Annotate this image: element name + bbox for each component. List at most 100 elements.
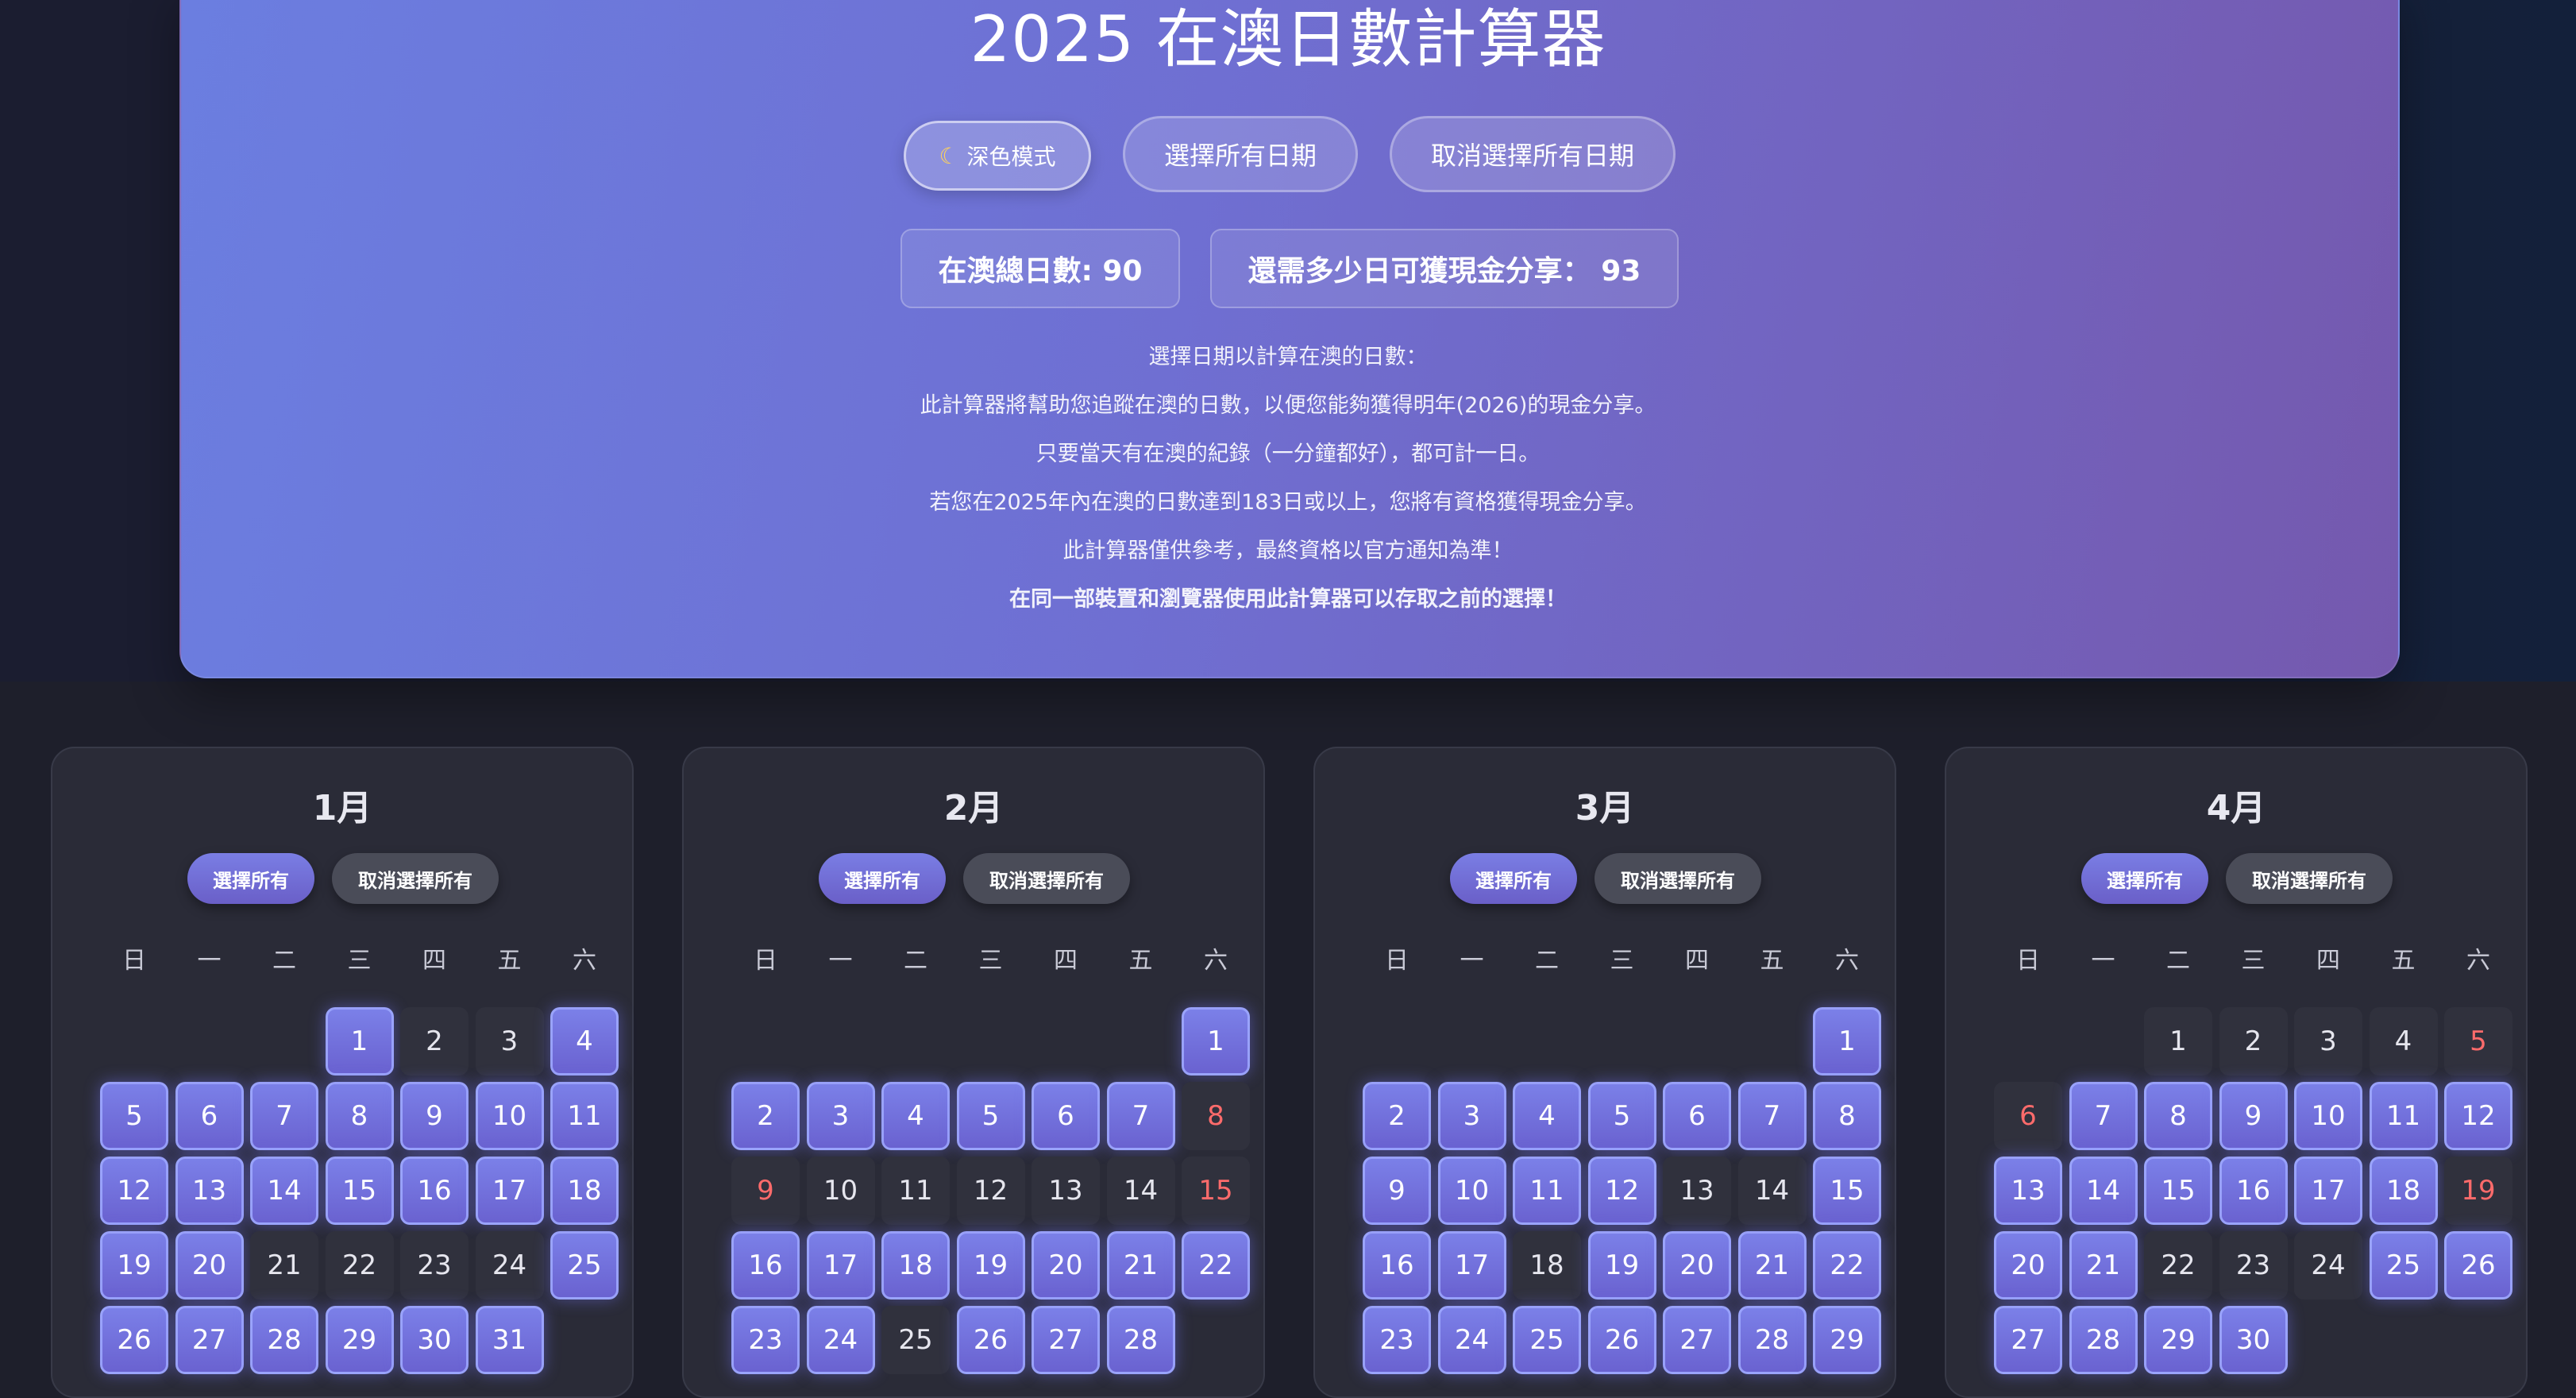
- month-deselect-all-button[interactable]: 取消選擇所有: [1595, 853, 1761, 904]
- day-cell[interactable]: 18: [881, 1231, 950, 1300]
- day-cell[interactable]: 9: [2219, 1082, 2288, 1150]
- day-cell[interactable]: 29: [2144, 1306, 2212, 1374]
- day-cell[interactable]: 23: [731, 1306, 800, 1374]
- day-cell[interactable]: 13: [175, 1157, 244, 1225]
- day-cell[interactable]: 27: [175, 1306, 244, 1374]
- day-cell[interactable]: 23: [400, 1231, 469, 1300]
- day-cell[interactable]: 25: [1513, 1306, 1581, 1374]
- day-cell[interactable]: 4: [550, 1007, 619, 1076]
- day-cell[interactable]: 8: [1813, 1082, 1881, 1150]
- day-cell[interactable]: 16: [1363, 1231, 1431, 1300]
- day-cell[interactable]: 11: [1513, 1157, 1581, 1225]
- day-cell[interactable]: 21: [1106, 1231, 1175, 1300]
- day-cell[interactable]: 26: [956, 1306, 1025, 1374]
- day-cell[interactable]: 16: [2219, 1157, 2288, 1225]
- day-cell[interactable]: 15: [325, 1157, 394, 1225]
- day-cell[interactable]: 19: [956, 1231, 1025, 1300]
- day-cell[interactable]: 14: [2069, 1157, 2138, 1225]
- day-cell[interactable]: 12: [1587, 1157, 1656, 1225]
- day-cell[interactable]: 1: [325, 1007, 394, 1076]
- day-cell[interactable]: 2: [2219, 1007, 2288, 1076]
- day-cell[interactable]: 13: [1663, 1157, 1731, 1225]
- day-cell[interactable]: 26: [1587, 1306, 1656, 1374]
- day-cell[interactable]: 22: [2144, 1231, 2212, 1300]
- day-cell[interactable]: 22: [1182, 1231, 1250, 1300]
- day-cell[interactable]: 30: [400, 1306, 469, 1374]
- day-cell[interactable]: 23: [2219, 1231, 2288, 1300]
- day-cell[interactable]: 7: [250, 1082, 318, 1150]
- day-cell[interactable]: 3: [2294, 1007, 2362, 1076]
- day-cell[interactable]: 26: [2444, 1231, 2512, 1300]
- day-cell[interactable]: 11: [550, 1082, 619, 1150]
- day-cell[interactable]: 6: [1994, 1082, 2062, 1150]
- day-cell[interactable]: 10: [806, 1157, 875, 1225]
- day-cell[interactable]: 4: [1513, 1082, 1581, 1150]
- day-cell[interactable]: 17: [1437, 1231, 1506, 1300]
- day-cell[interactable]: 8: [1182, 1082, 1250, 1150]
- day-cell[interactable]: 8: [325, 1082, 394, 1150]
- day-cell[interactable]: 2: [731, 1082, 800, 1150]
- day-cell[interactable]: 16: [400, 1157, 469, 1225]
- day-cell[interactable]: 11: [2369, 1082, 2438, 1150]
- day-cell[interactable]: 2: [1363, 1082, 1431, 1150]
- day-cell[interactable]: 21: [250, 1231, 318, 1300]
- day-cell[interactable]: 27: [1663, 1306, 1731, 1374]
- day-cell[interactable]: 13: [1032, 1157, 1100, 1225]
- day-cell[interactable]: 3: [806, 1082, 875, 1150]
- month-select-all-button[interactable]: 選擇所有: [2081, 853, 2208, 904]
- day-cell[interactable]: 31: [475, 1306, 544, 1374]
- day-cell[interactable]: 15: [1813, 1157, 1881, 1225]
- select-all-dates-button[interactable]: 選擇所有日期: [1123, 116, 1358, 192]
- day-cell[interactable]: 30: [2219, 1306, 2288, 1374]
- day-cell[interactable]: 15: [1182, 1157, 1250, 1225]
- day-cell[interactable]: 8: [2144, 1082, 2212, 1150]
- day-cell[interactable]: 6: [1663, 1082, 1731, 1150]
- day-cell[interactable]: 18: [2369, 1157, 2438, 1225]
- day-cell[interactable]: 28: [1737, 1306, 1807, 1374]
- day-cell[interactable]: 27: [1032, 1306, 1100, 1374]
- day-cell[interactable]: 12: [100, 1157, 168, 1225]
- day-cell[interactable]: 29: [1813, 1306, 1881, 1374]
- day-cell[interactable]: 22: [325, 1231, 394, 1300]
- month-deselect-all-button[interactable]: 取消選擇所有: [963, 853, 1130, 904]
- day-cell[interactable]: 10: [2294, 1082, 2362, 1150]
- day-cell[interactable]: 5: [1587, 1082, 1656, 1150]
- month-select-all-button[interactable]: 選擇所有: [819, 853, 946, 904]
- day-cell[interactable]: 23: [1363, 1306, 1431, 1374]
- day-cell[interactable]: 28: [2069, 1306, 2138, 1374]
- day-cell[interactable]: 27: [1994, 1306, 2062, 1374]
- day-cell[interactable]: 1: [2144, 1007, 2212, 1076]
- day-cell[interactable]: 17: [475, 1157, 544, 1225]
- day-cell[interactable]: 24: [2294, 1231, 2362, 1300]
- month-select-all-button[interactable]: 選擇所有: [1450, 853, 1577, 904]
- day-cell[interactable]: 17: [806, 1231, 875, 1300]
- day-cell[interactable]: 19: [2444, 1157, 2512, 1225]
- day-cell[interactable]: 19: [100, 1231, 168, 1300]
- day-cell[interactable]: 20: [175, 1231, 244, 1300]
- day-cell[interactable]: 16: [731, 1231, 800, 1300]
- day-cell[interactable]: 12: [956, 1157, 1025, 1225]
- day-cell[interactable]: 18: [1513, 1231, 1581, 1300]
- day-cell[interactable]: 5: [2444, 1007, 2512, 1076]
- month-select-all-button[interactable]: 選擇所有: [187, 853, 314, 904]
- day-cell[interactable]: 13: [1994, 1157, 2062, 1225]
- day-cell[interactable]: 25: [550, 1231, 619, 1300]
- day-cell[interactable]: 7: [1737, 1082, 1807, 1150]
- day-cell[interactable]: 17: [2294, 1157, 2362, 1225]
- day-cell[interactable]: 5: [956, 1082, 1025, 1150]
- day-cell[interactable]: 3: [1437, 1082, 1506, 1150]
- day-cell[interactable]: 22: [1813, 1231, 1881, 1300]
- day-cell[interactable]: 1: [1813, 1007, 1881, 1076]
- day-cell[interactable]: 25: [881, 1306, 950, 1374]
- day-cell[interactable]: 21: [2069, 1231, 2138, 1300]
- day-cell[interactable]: 20: [1663, 1231, 1731, 1300]
- day-cell[interactable]: 7: [2069, 1082, 2138, 1150]
- day-cell[interactable]: 24: [806, 1306, 875, 1374]
- day-cell[interactable]: 10: [475, 1082, 544, 1150]
- day-cell[interactable]: 14: [250, 1157, 318, 1225]
- day-cell[interactable]: 28: [250, 1306, 318, 1374]
- day-cell[interactable]: 28: [1106, 1306, 1175, 1374]
- day-cell[interactable]: 10: [1437, 1157, 1506, 1225]
- month-deselect-all-button[interactable]: 取消選擇所有: [332, 853, 499, 904]
- day-cell[interactable]: 5: [100, 1082, 168, 1150]
